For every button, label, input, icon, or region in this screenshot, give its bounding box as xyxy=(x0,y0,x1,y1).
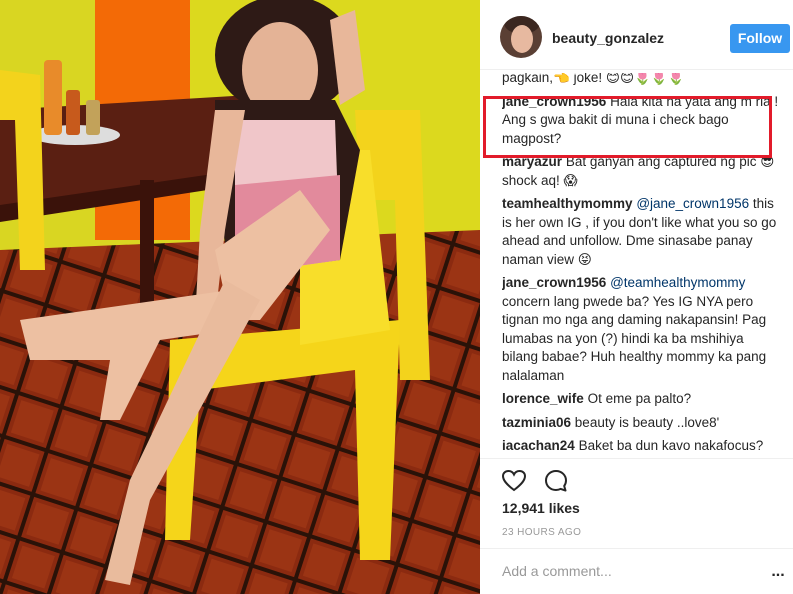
comment-item: jane_crown1956 @teamhealthymommy concern… xyxy=(502,274,782,385)
speech-bubble-icon[interactable] xyxy=(543,468,569,494)
comment-text: concern lang pwede ba? Yes IG NYA pero t… xyxy=(502,293,767,383)
comment-item: iacachan24 Baket ba dun kavo nakafocus? xyxy=(502,437,782,456)
comment-item: jane_crown1956 Hala kita na yata ang m r… xyxy=(502,93,782,149)
avatar-face xyxy=(511,25,533,53)
comment-item: teamhealthymommy @jane_crown1956 this is… xyxy=(502,195,782,269)
comments-list[interactable]: pagkain,👈 joke! 😊😊🌷🌷🌷 jane_crown1956 Hal… xyxy=(502,73,782,458)
comment-input[interactable] xyxy=(502,563,752,579)
comment-text: beauty is beauty ..love8' xyxy=(574,414,720,430)
post-photo[interactable] xyxy=(0,0,480,594)
post-side-panel: beauty_gonzalez Follow pagkain,👈 joke! 😊… xyxy=(480,0,793,594)
comment-item: lorence_wife Ot eme pa palto? xyxy=(502,390,782,409)
avatar[interactable] xyxy=(500,16,542,58)
comment-text: Baket ba dun kavo nakafocus? xyxy=(578,438,764,453)
comment-item: maryazur Bat ganyan ang captured ng pic … xyxy=(502,153,782,190)
post-header: beauty_gonzalez Follow xyxy=(480,0,793,70)
comment-item: pagkain,👈 joke! 😊😊🌷🌷🌷 xyxy=(502,73,782,88)
heart-icon[interactable] xyxy=(501,468,527,494)
comment-username[interactable]: jane_crown1956 xyxy=(502,275,606,290)
comment-mention[interactable]: @teamhealthymommy xyxy=(610,275,745,290)
comment-username[interactable]: lorence_wife xyxy=(502,391,584,406)
username-link[interactable]: beauty_gonzalez xyxy=(552,30,664,46)
more-options-button[interactable]: ... xyxy=(768,563,788,581)
add-comment-bar: ... xyxy=(480,548,793,594)
comment-mention[interactable]: @jane_crown1956 xyxy=(636,196,749,211)
comment-item: tazminia06 beauty is beauty ..love8' xyxy=(502,414,782,433)
comment-username[interactable]: jane_crown1956 xyxy=(502,94,606,109)
comment-username[interactable]: tazminia06 xyxy=(502,415,571,430)
photo-illustration xyxy=(0,0,480,594)
follow-button[interactable]: Follow xyxy=(730,24,790,53)
comment-text: Ot eme pa palto? xyxy=(587,391,692,406)
comment-username[interactable]: teamhealthymommy xyxy=(502,196,633,211)
comment-username[interactable]: iacachan24 xyxy=(502,438,575,453)
comment-username[interactable]: maryazur xyxy=(502,154,562,169)
post-timestamp[interactable]: 23 HOURS AGO xyxy=(502,527,581,538)
comment-text: pagkain,👈 joke! 😊😊🌷🌷🌷 xyxy=(502,73,685,85)
likes-count[interactable]: 12,941 likes xyxy=(502,500,580,516)
post-actions: 12,941 likes 23 HOURS AGO xyxy=(480,458,793,538)
